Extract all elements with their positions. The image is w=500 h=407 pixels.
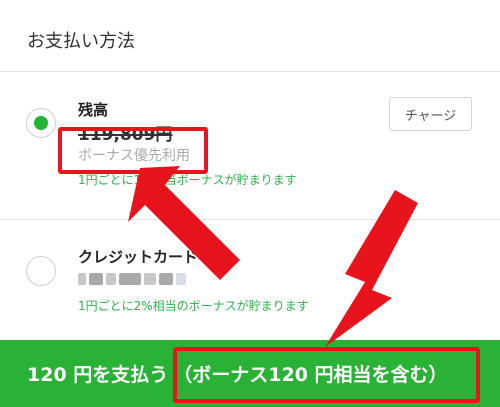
annotation-box-bonus-included [173,347,480,403]
payment-option-credit-card[interactable]: クレジットカード 1円ごとに2%相当のボーナスが貯まります [0,220,500,340]
annotation-box-bonus-priority [58,127,208,174]
bonus-info-credit-card: 1円ごとに2%相当のボーナスが貯まります [78,299,309,313]
charge-button[interactable]: チャージ [389,97,472,131]
pay-amount-label: 120 円を支払う [27,364,169,386]
header: お支払い方法 [0,0,500,72]
option-title-credit-card: クレジットカード [78,248,199,266]
radio-balance[interactable] [26,108,56,138]
radio-credit-card[interactable] [26,256,56,286]
option-title-balance: 残高 [78,101,109,119]
page-title: お支払い方法 [27,31,135,52]
masked-card-number [78,272,186,286]
